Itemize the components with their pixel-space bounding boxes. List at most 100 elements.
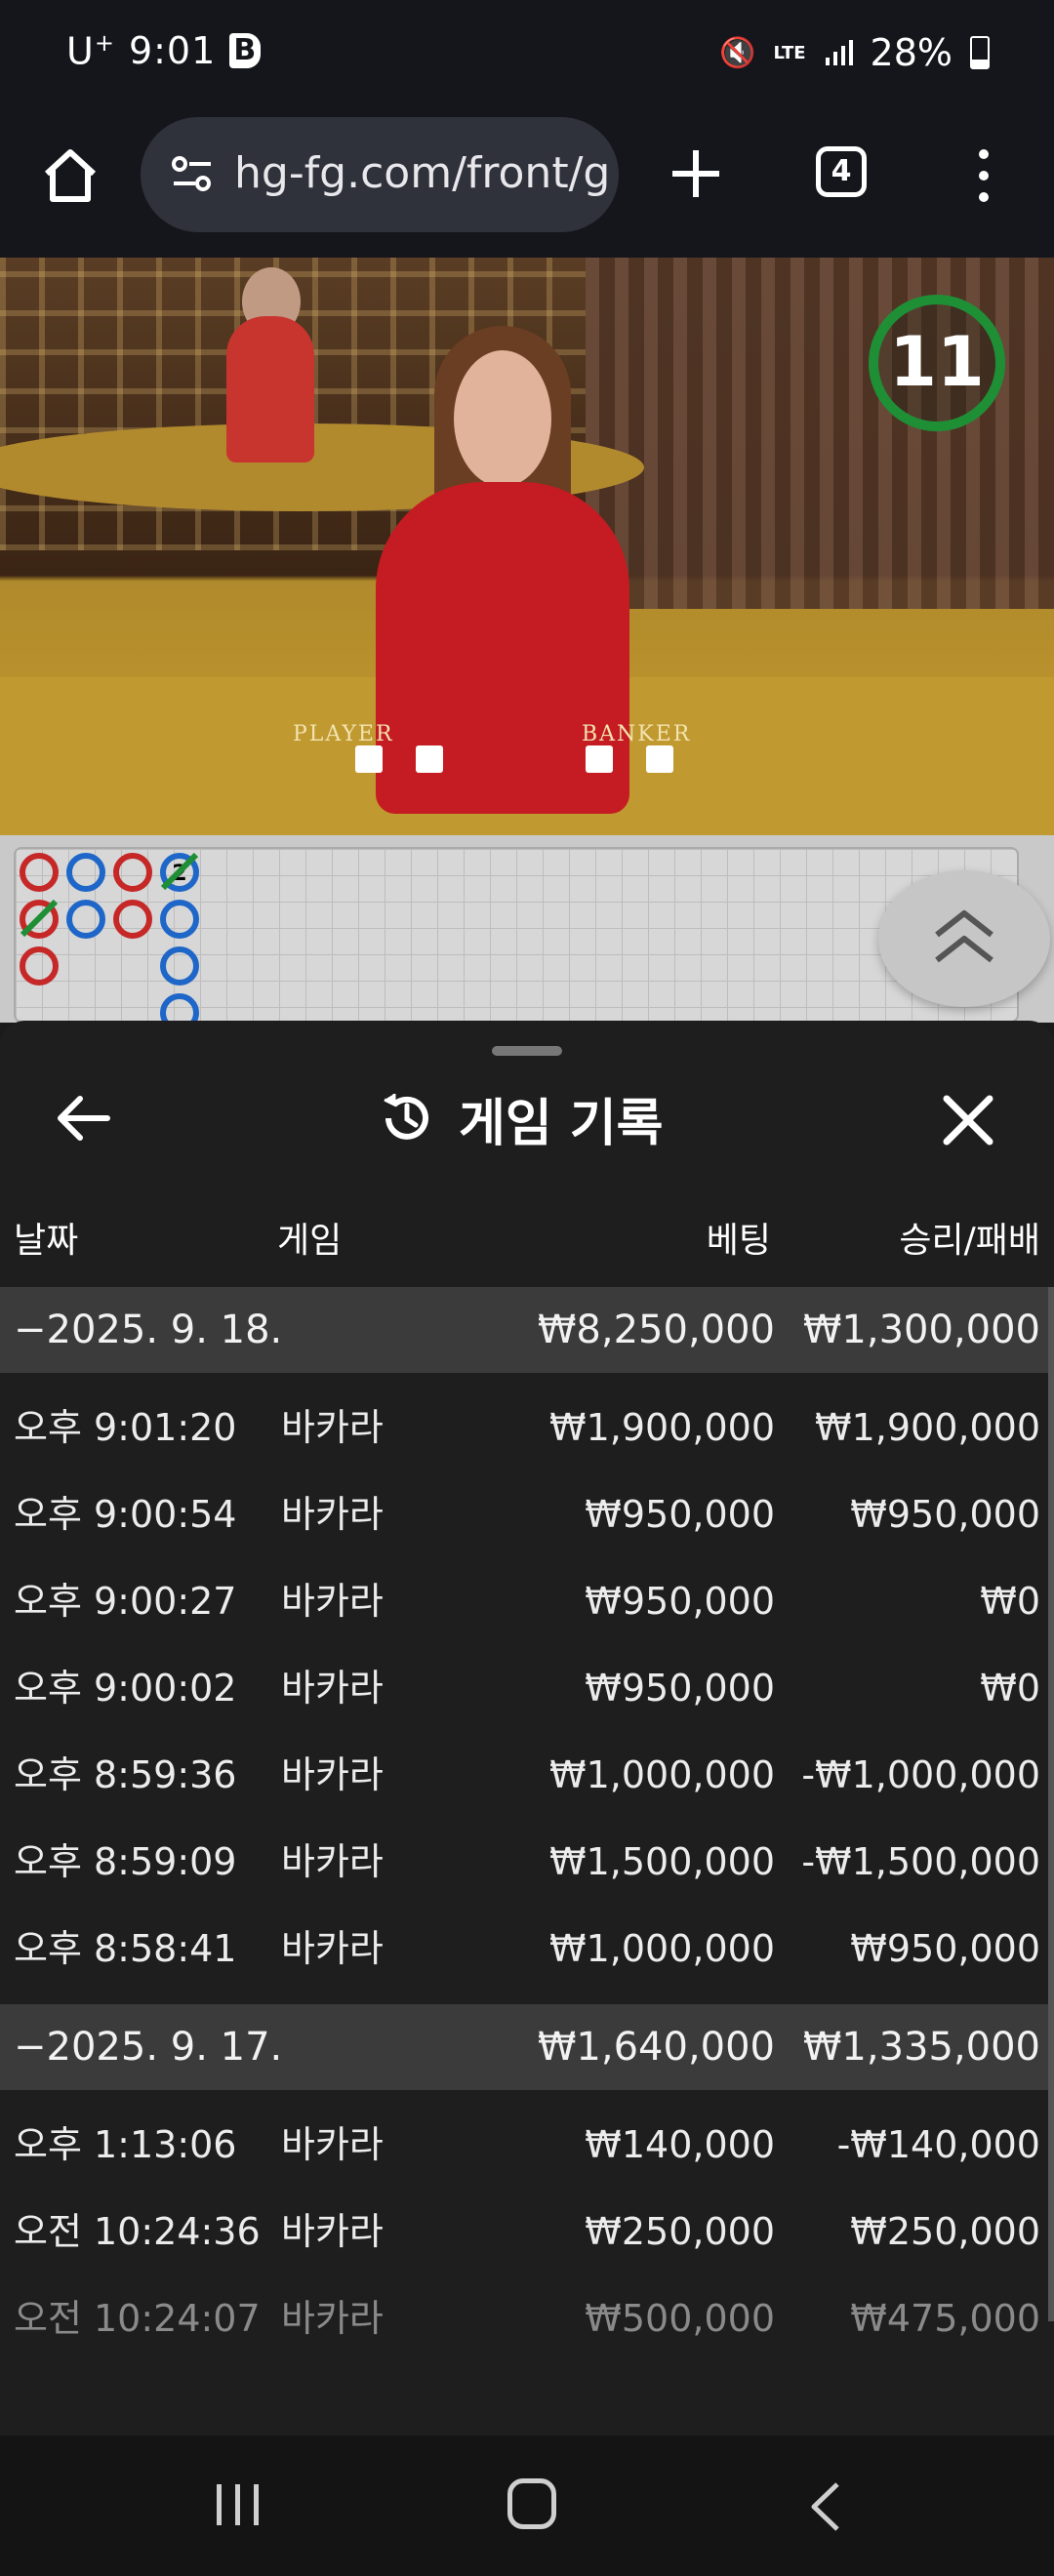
row-time: 오후 8:59:36 [14, 1753, 237, 1796]
row-time: 오후 8:58:41 [14, 1927, 237, 1970]
player-label: PLAYER [293, 722, 394, 746]
row-time: 오전 10:24:07 [14, 2297, 261, 2340]
playing-card [416, 745, 443, 773]
row-game: 바카라 [281, 1580, 384, 1623]
row-game: 바카라 [281, 1840, 384, 1883]
battery-percent: 28% [870, 31, 953, 74]
column-header-game[interactable]: 게임 [277, 1212, 342, 1263]
table-row[interactable]: 오후 8:58:41 바카라 ₩1,000,000 ₩950,000 [0, 1906, 1054, 1992]
group-date: −2025. 9. 18. [14, 1308, 283, 1352]
row-win-loss: -₩1,500,000 [801, 1840, 1040, 1883]
roadmap-panel: 2 [0, 835, 1054, 1023]
table-row[interactable]: 오전 10:24:07 바카라 ₩500,000 ₩475,000 [0, 2275, 1054, 2362]
row-game: 바카라 [281, 2123, 384, 2166]
status-bar: U+ 9:01 B 🔇 LTE 28% [0, 0, 1054, 115]
row-time: 오후 9:00:02 [14, 1667, 237, 1710]
new-tab-icon[interactable] [667, 144, 725, 203]
column-header-win-loss[interactable]: 승리/패배 [899, 1212, 1040, 1263]
playing-card [355, 745, 383, 773]
close-icon[interactable] [937, 1089, 999, 1151]
url-bar[interactable]: hg-fg.com/front/g [141, 117, 619, 232]
row-bet: ₩950,000 [585, 1667, 775, 1710]
home-icon[interactable] [39, 144, 101, 207]
row-win-loss: ₩0 [980, 1580, 1040, 1623]
row-win-loss: -₩140,000 [836, 2123, 1040, 2166]
date-group-row[interactable]: −2025. 9. 18. ₩8,250,000 ₩1,300,000 [0, 1287, 1054, 1373]
row-win-loss: ₩950,000 [850, 1493, 1040, 1536]
row-bet: ₩1,000,000 [549, 1753, 775, 1796]
mute-icon: 🔇 [719, 35, 756, 70]
player-bead [66, 853, 105, 892]
table-row[interactable]: 오전 10:24:36 바카라 ₩250,000 ₩250,000 [0, 2189, 1054, 2275]
home-nav-icon[interactable] [507, 2478, 556, 2529]
group-win-loss-total: ₩1,335,000 [802, 2025, 1040, 2070]
row-time: 오후 8:59:09 [14, 1840, 237, 1883]
column-header-bet[interactable]: 베팅 [707, 1212, 771, 1263]
row-time: 오후 1:13:06 [14, 2123, 237, 2166]
lte-icon: LTE [773, 42, 806, 63]
drag-handle[interactable] [492, 1046, 562, 1056]
dealer-face [454, 350, 551, 487]
table-row[interactable]: 오후 9:00:54 바카라 ₩950,000 ₩950,000 [0, 1471, 1054, 1558]
player-bead [66, 900, 105, 939]
system-nav-bar [0, 2435, 1054, 2576]
row-bet: ₩1,000,000 [549, 1927, 775, 1970]
background-curtain [586, 258, 1054, 609]
table-row[interactable]: 오후 9:00:27 바카라 ₩950,000 ₩0 [0, 1558, 1054, 1645]
group-bet-total: ₩1,640,000 [537, 2025, 775, 2070]
scrollbar[interactable] [1048, 1287, 1054, 2321]
player-bead [160, 946, 199, 986]
row-time: 오후 9:01:20 [14, 1406, 237, 1449]
countdown-timer: 11 [869, 295, 1005, 431]
table-row[interactable]: 오후 9:01:20 바카라 ₩1,900,000 ₩1,900,000 [0, 1385, 1054, 1471]
row-win-loss: ₩475,000 [850, 2297, 1040, 2340]
sheet-title: 게임 기록 [377, 1083, 663, 1153]
bead-road-grid: 2 [14, 847, 1019, 1023]
date-group-row[interactable]: −2025. 9. 17. ₩1,640,000 ₩1,335,000 [0, 2004, 1054, 2090]
group-bet-total: ₩8,250,000 [537, 1308, 775, 1352]
row-bet: ₩1,500,000 [549, 1840, 775, 1883]
timer-value: 11 [889, 322, 985, 402]
table-row[interactable]: 오후 8:59:36 바카라 ₩1,000,000 -₩1,000,000 [0, 1732, 1054, 1819]
back-arrow-icon[interactable] [55, 1089, 113, 1147]
row-win-loss: ₩250,000 [850, 2210, 1040, 2253]
row-win-loss: ₩0 [980, 1667, 1040, 1710]
row-bet: ₩500,000 [585, 2297, 775, 2340]
signal-icon [825, 40, 853, 65]
playing-card [586, 745, 613, 773]
more-icon[interactable] [964, 144, 1003, 207]
battery-icon [970, 36, 990, 69]
row-bet: ₩140,000 [585, 2123, 775, 2166]
scroll-up-button[interactable] [878, 870, 1050, 1007]
column-header-date[interactable]: 날짜 [14, 1212, 78, 1263]
url-text[interactable]: hg-fg.com/front/g [234, 148, 610, 198]
table-row[interactable]: 오후 8:59:09 바카라 ₩1,500,000 -₩1,500,000 [0, 1819, 1054, 1906]
recent-apps-icon[interactable] [211, 2480, 265, 2529]
playing-card [646, 745, 673, 773]
row-game: 바카라 [281, 1493, 384, 1536]
back-nav-icon[interactable] [806, 2480, 845, 2533]
row-time: 오후 9:00:27 [14, 1580, 237, 1623]
row-bet: ₩950,000 [585, 1580, 775, 1623]
site-info-icon[interactable] [170, 152, 215, 197]
group-win-loss-total: ₩1,300,000 [802, 1308, 1040, 1352]
row-game: 바카라 [281, 1927, 384, 1970]
row-game: 바카라 [281, 2210, 384, 2253]
row-game: 바카라 [281, 2297, 384, 2340]
second-dealer [226, 316, 314, 463]
row-bet: ₩250,000 [585, 2210, 775, 2253]
row-time: 오후 9:00:54 [14, 1493, 237, 1536]
table-row[interactable]: 오후 1:13:06 바카라 ₩140,000 -₩140,000 [0, 2102, 1054, 2189]
banker-bead [20, 853, 59, 892]
status-right: 🔇 LTE 28% [719, 31, 990, 74]
group-date: −2025. 9. 17. [14, 2025, 283, 2070]
row-bet: ₩950,000 [585, 1493, 775, 1536]
banker-bead [20, 946, 59, 986]
game-history-sheet: 게임 기록 날짜 게임 베팅 승리/패배 −2025. 9. 18. ₩8,25… [0, 1021, 1054, 2435]
tabs-icon[interactable]: 4 [816, 146, 867, 197]
row-time: 오전 10:24:36 [14, 2210, 261, 2253]
live-dealer-video: PLAYER BANKER 11 [0, 258, 1054, 835]
player-bead [160, 993, 199, 1021]
table-row[interactable]: 오후 9:00:02 바카라 ₩950,000 ₩0 [0, 1645, 1054, 1732]
row-win-loss: ₩1,900,000 [815, 1406, 1040, 1449]
